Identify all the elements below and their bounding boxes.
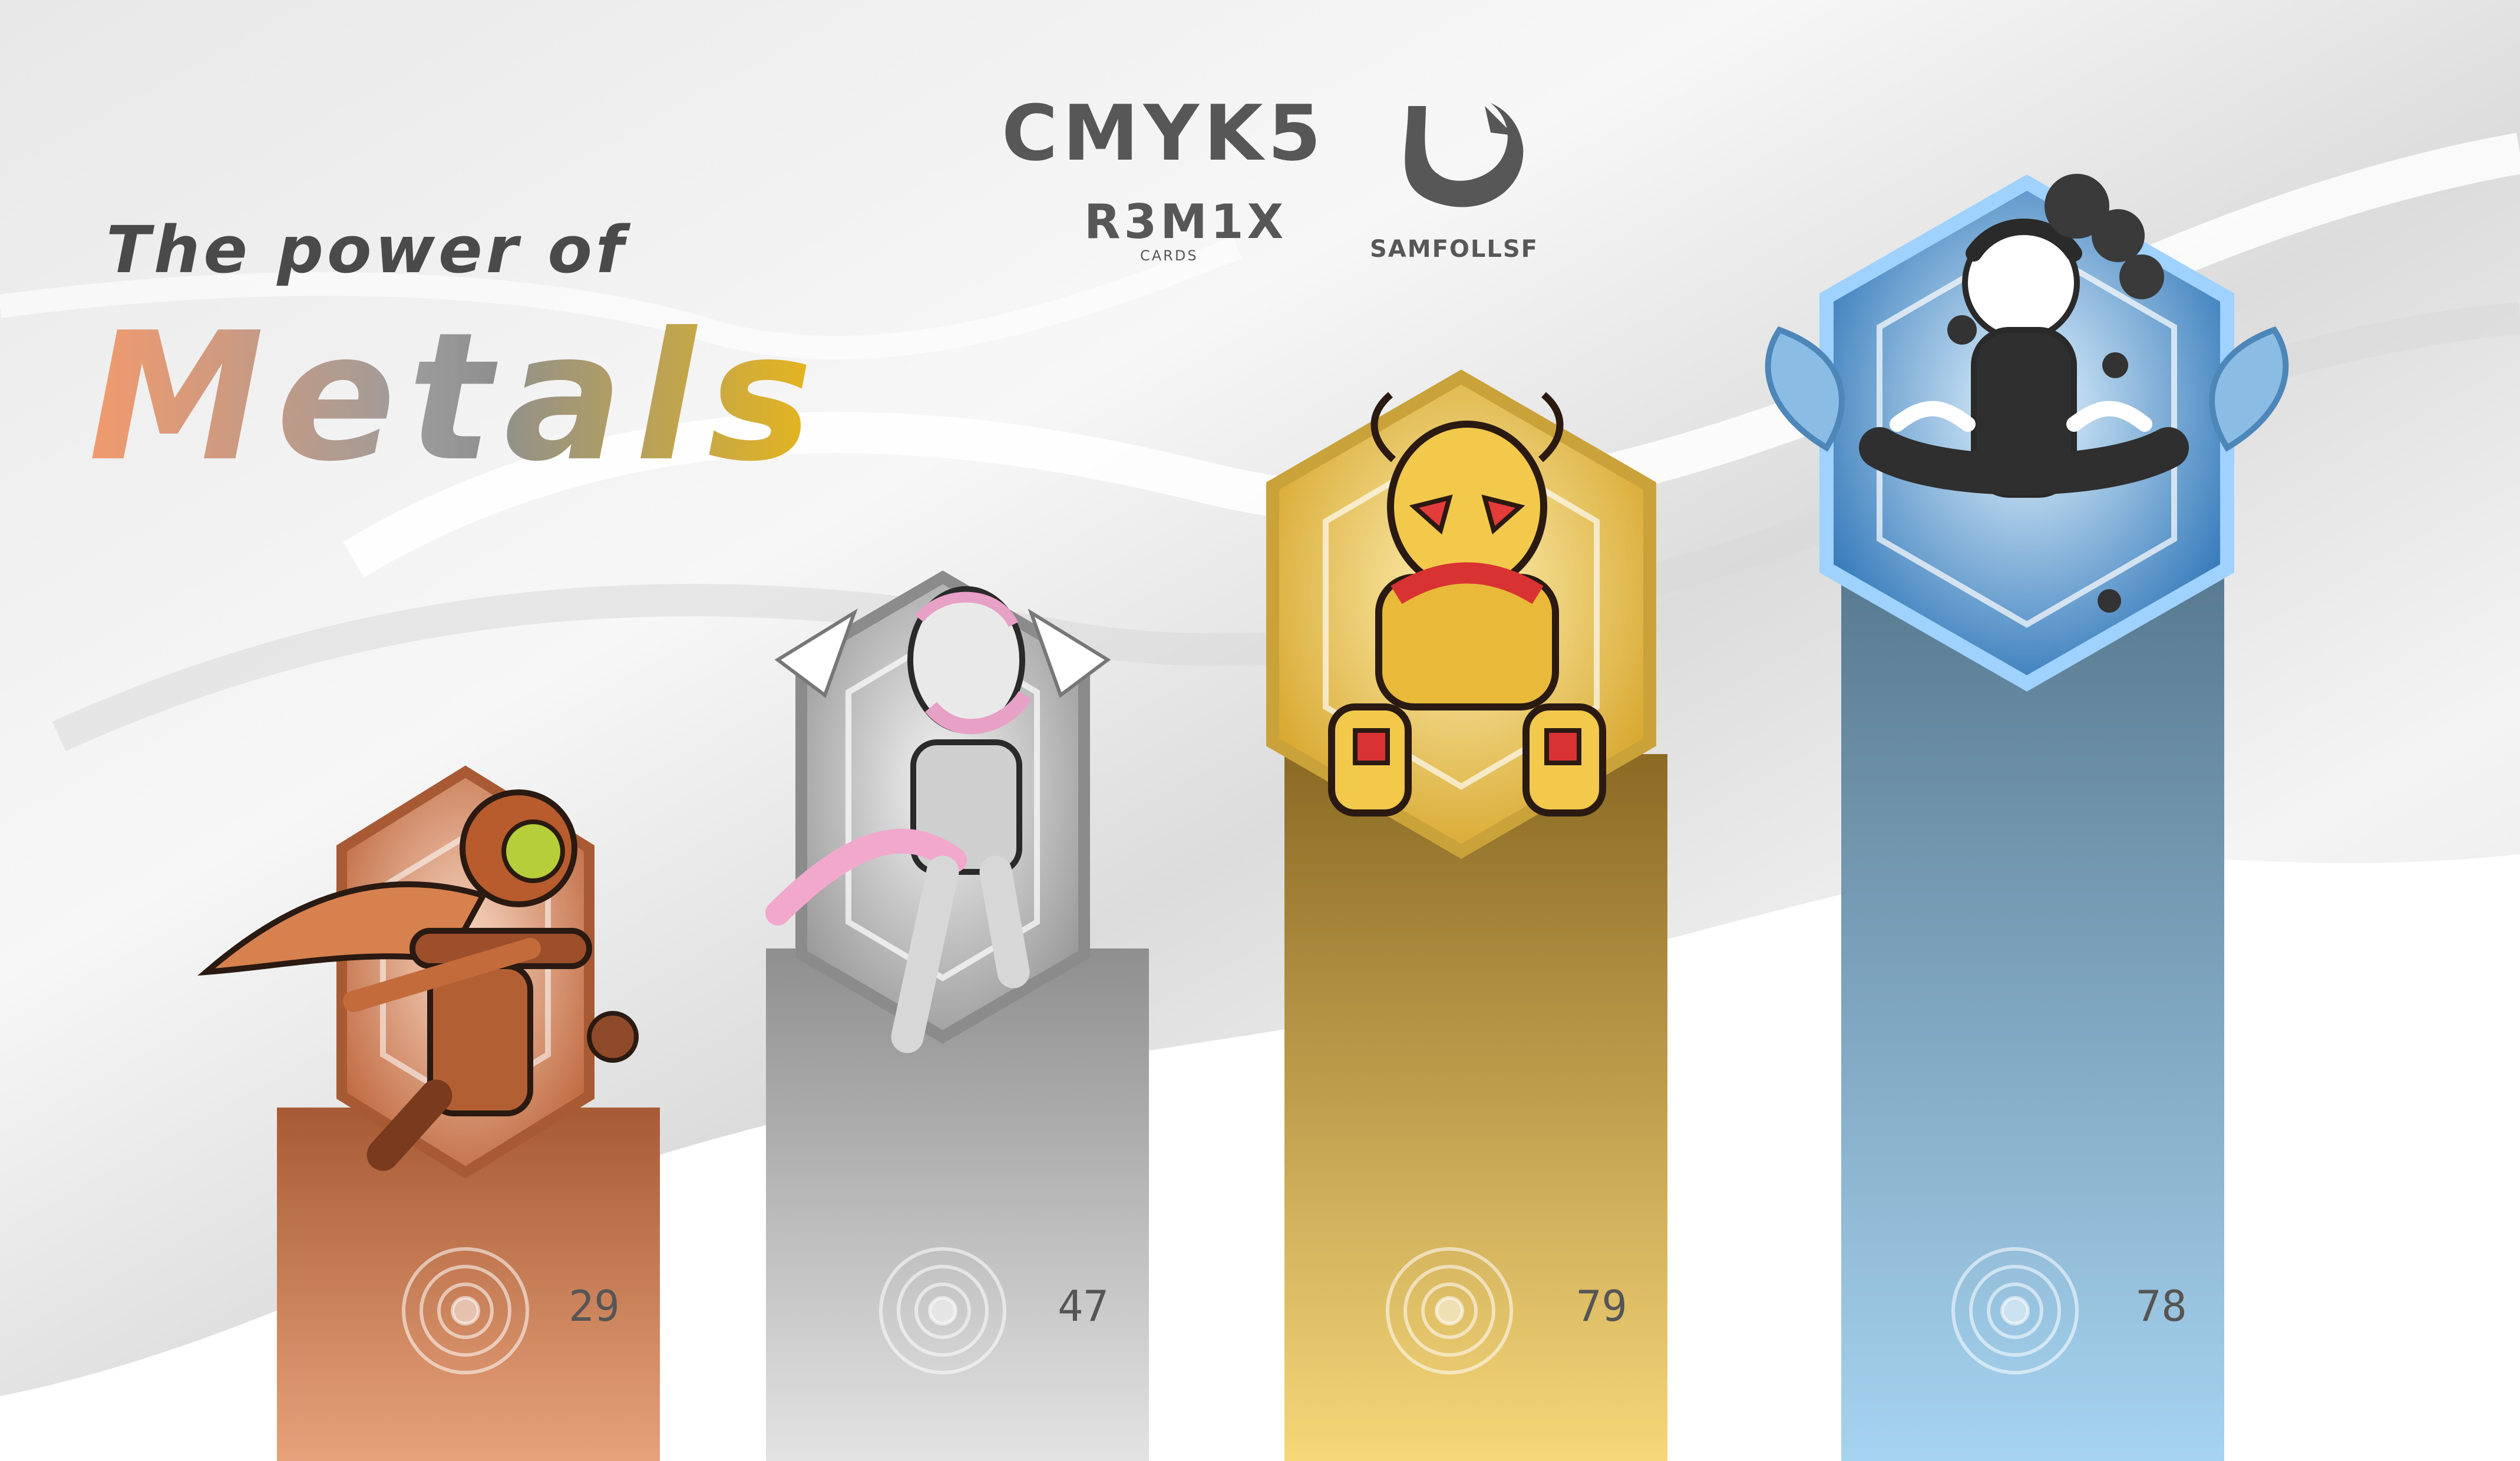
silver-atom-icon [879,1247,1006,1374]
silver-number: 47 [1058,1281,1109,1331]
headline-line-1: The power of [106,212,627,287]
copper-atom-icon [402,1247,529,1374]
brand-samfollsf: SAMFOLLSF [1370,236,1539,263]
gold-medal-icon [1266,369,1656,859]
poster: The power of Metals CMYK5 R3M1X CARDS SA… [0,0,2520,1461]
platinum-number: 78 [2136,1281,2187,1331]
brand-remix: R3M1X [1084,194,1287,249]
copper-number: 29 [569,1281,620,1331]
gold-number: 79 [1576,1281,1627,1331]
platinum-atom-icon [1951,1247,2079,1374]
headline-line-2: Metals [88,295,825,500]
gold-podium [1284,754,1667,1461]
gold-atom-icon [1386,1247,1513,1374]
brand-cards: CARDS [1140,247,1198,264]
brand-cmyk: CMYK5 [1002,88,1326,178]
silver-medal-icon [765,570,1111,1053]
